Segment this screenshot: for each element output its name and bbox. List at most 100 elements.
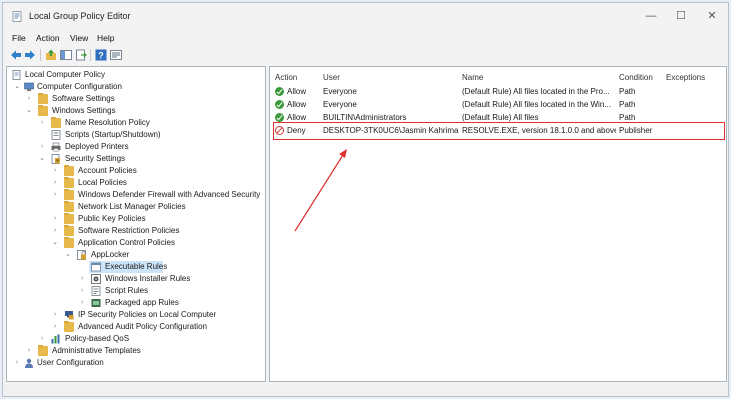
windows-installer-icon [91, 274, 101, 284]
tree-item-network-list-manager-policies[interactable]: Network List Manager Policies [7, 201, 265, 213]
tree-item-windows-defender-firewall[interactable]: › Windows Defender Firewall with Advance… [7, 189, 265, 201]
cell-condition: Path [619, 100, 636, 109]
folder-icon [38, 105, 48, 116]
tree-item-application-control-policies[interactable]: ⌄ Application Control Policies [7, 237, 265, 249]
tree-item-policy-based-qos[interactable]: › Policy-based QoS [7, 333, 265, 345]
allow-icon [275, 113, 284, 122]
chevron-right-icon[interactable]: › [13, 357, 21, 369]
chevron-down-icon[interactable]: ⌄ [51, 237, 59, 249]
chevron-right-icon[interactable]: › [51, 225, 59, 237]
column-header-name[interactable]: Name [462, 73, 483, 82]
security-settings-icon [51, 154, 60, 164]
column-header-user[interactable]: User [323, 73, 340, 82]
tree-item-applocker[interactable]: ⌄ AppLocker [7, 249, 265, 261]
show-hide-tree-icon[interactable] [60, 49, 72, 61]
tree-item-computer-configuration[interactable]: ⌄ Computer Configuration [7, 81, 265, 93]
chevron-down-icon[interactable]: ⌄ [64, 249, 72, 261]
chevron-right-icon[interactable]: › [38, 333, 46, 345]
tree-item-windows-installer-rules[interactable]: › Windows Installer Rules [7, 273, 265, 285]
chevron-right-icon[interactable]: › [51, 213, 59, 225]
tree-item-software-settings[interactable]: › Software Settings [7, 93, 265, 105]
cell-action: Allow [287, 87, 307, 96]
tree-item-name-resolution-policy[interactable]: › Name Resolution Policy [7, 117, 265, 129]
tree-label: Packaged app Rules [105, 298, 179, 307]
tree-item-scripts-startup-shutdown[interactable]: Scripts (Startup/Shutdown) [7, 129, 265, 141]
title-bar: Local Group Policy Editor — ☐ ✕ [3, 3, 728, 29]
folder-icon [64, 213, 74, 224]
menu-action[interactable]: Action [36, 33, 60, 43]
minimize-button[interactable]: — [639, 9, 663, 23]
folder-icon [64, 165, 74, 176]
tree-label: Scripts (Startup/Shutdown) [65, 130, 161, 139]
tree-item-local-policies[interactable]: › Local Policies [7, 177, 265, 189]
column-header-exceptions[interactable]: Exceptions [666, 73, 705, 82]
tree-item-account-policies[interactable]: › Account Policies [7, 165, 265, 177]
tree-item-advanced-audit-policy[interactable]: › Advanced Audit Policy Configuration [7, 321, 265, 333]
tree-item-software-restriction-policies[interactable]: › Software Restriction Policies [7, 225, 265, 237]
chevron-right-icon[interactable]: › [38, 117, 46, 129]
folder-icon [64, 321, 74, 332]
chevron-right-icon[interactable]: › [51, 309, 59, 321]
column-header-condition[interactable]: Condition [619, 73, 653, 82]
close-button[interactable]: ✕ [700, 9, 724, 23]
up-icon[interactable] [45, 49, 57, 61]
menu-file[interactable]: File [12, 33, 26, 43]
tree-item-security-settings[interactable]: ⌄ Security Settings [7, 153, 265, 165]
tree-label: Network List Manager Policies [78, 202, 186, 211]
chevron-right-icon[interactable]: › [25, 93, 33, 105]
chevron-right-icon[interactable]: › [78, 297, 86, 309]
chevron-right-icon[interactable]: › [51, 165, 59, 177]
folder-icon [38, 93, 48, 104]
column-header-action[interactable]: Action [275, 73, 297, 82]
cell-action: Allow [287, 113, 307, 122]
menu-view[interactable]: View [70, 33, 88, 43]
tree-item-executable-rules[interactable]: Executable Rules [7, 261, 265, 273]
toolbar-separator [40, 49, 41, 61]
toolbar: ? [3, 46, 728, 64]
tree-label: Deployed Printers [65, 142, 129, 151]
table-row[interactable]: Allow Everyone (Default Rule) All files … [270, 86, 726, 99]
cell-user: BUILTIN\Administrators [323, 113, 407, 122]
tree-label: Windows Settings [52, 106, 116, 115]
rules-list: Action User Name Condition Exceptions Al… [269, 66, 727, 382]
chevron-right-icon[interactable]: › [51, 321, 59, 333]
tree-item-windows-settings[interactable]: ⌄ Windows Settings [7, 105, 265, 117]
cell-user: Everyone [323, 87, 357, 96]
forward-icon[interactable] [24, 49, 36, 61]
chevron-right-icon[interactable]: › [51, 189, 59, 201]
table-row[interactable]: Allow Everyone (Default Rule) All files … [270, 99, 726, 112]
folder-icon [64, 189, 74, 200]
executable-rules-icon [91, 262, 101, 272]
tree-item-public-key-policies[interactable]: › Public Key Policies [7, 213, 265, 225]
tree-label: Local Computer Policy [25, 70, 106, 79]
back-icon[interactable] [10, 49, 22, 61]
tree-item-local-computer-policy[interactable]: Local Computer Policy [7, 69, 265, 81]
tree-item-user-configuration[interactable]: › User Configuration [7, 357, 265, 369]
chevron-right-icon[interactable]: › [78, 273, 86, 285]
script-rules-icon [91, 286, 101, 296]
toolbar-separator [90, 49, 91, 61]
tree-item-deployed-printers[interactable]: › Deployed Printers [7, 141, 265, 153]
tree-label: Software Restriction Policies [78, 226, 180, 235]
chevron-down-icon[interactable]: ⌄ [13, 81, 21, 93]
packaged-app-icon [91, 299, 101, 307]
chevron-right-icon[interactable]: › [78, 285, 86, 297]
chevron-right-icon[interactable]: › [51, 177, 59, 189]
tree-item-script-rules[interactable]: › Script Rules [7, 285, 265, 297]
maximize-button[interactable]: ☐ [669, 9, 693, 23]
tree-item-packaged-app-rules[interactable]: › Packaged app Rules [7, 297, 265, 309]
menu-help[interactable]: Help [97, 33, 114, 43]
chevron-right-icon[interactable]: › [25, 345, 33, 357]
svg-text:?: ? [98, 51, 104, 61]
help-icon[interactable]: ? [95, 49, 107, 61]
tree-item-ip-security-policies[interactable]: › IP Security Policies on Local Computer [7, 309, 265, 321]
chevron-right-icon[interactable]: › [38, 141, 46, 153]
tree-label: Account Policies [78, 166, 137, 175]
chevron-down-icon[interactable]: ⌄ [38, 153, 46, 165]
export-list-icon[interactable] [75, 49, 87, 61]
chevron-down-icon[interactable]: ⌄ [25, 105, 33, 117]
tree-item-administrative-templates[interactable]: › Administrative Templates [7, 345, 265, 357]
properties-icon[interactable] [110, 49, 122, 61]
tree-label: Script Rules [105, 286, 149, 295]
cell-condition: Path [619, 87, 636, 96]
